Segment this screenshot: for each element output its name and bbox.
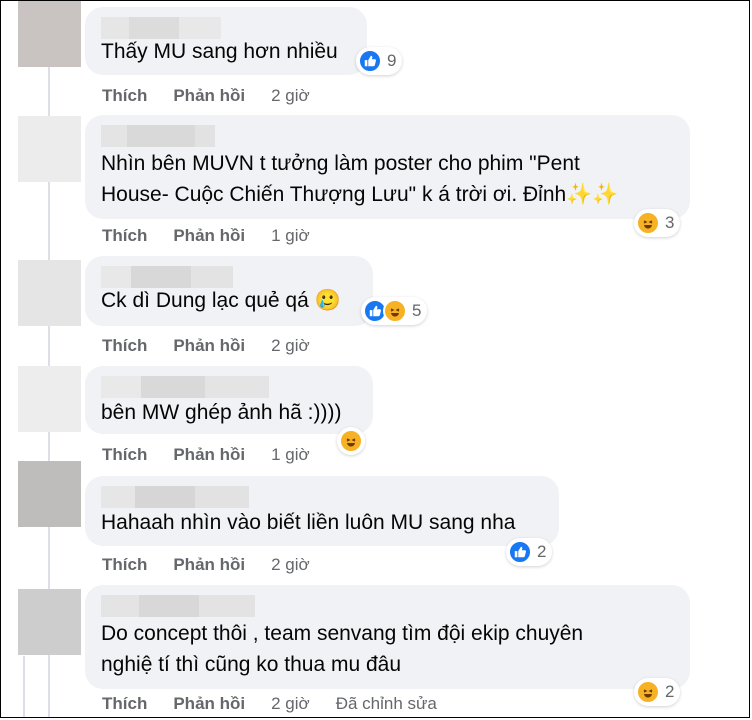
reaction-count: 3: [665, 213, 675, 232]
reaction-summary[interactable]: 2: [506, 538, 553, 566]
comment-actions: Thích Phản hồi 1 giờ: [102, 445, 336, 465]
avatar[interactable]: [18, 366, 81, 432]
comment-bubble: Thấy MU sang hơn nhiều: [85, 7, 367, 75]
reaction-summary[interactable]: 9: [356, 47, 403, 75]
reaction-summary[interactable]: 2: [634, 678, 681, 706]
like-button[interactable]: Thích: [102, 336, 147, 356]
reply-button[interactable]: Phản hồi: [173, 226, 245, 246]
avatar[interactable]: [18, 589, 81, 655]
commenter-name-blurred[interactable]: [101, 376, 357, 398]
comment-text: Do concept thôi , team senvang tìm đội e…: [101, 622, 584, 676]
comment-thread: Thấy MU sang hơn nhiều 9 Thích Phản hồi …: [0, 0, 750, 718]
avatar[interactable]: [18, 116, 81, 182]
comment-text: Nhìn bên MUVN t tưởng làm poster cho phi…: [101, 152, 619, 206]
commenter-name-blurred[interactable]: [101, 125, 674, 147]
like-icon: [508, 540, 532, 564]
like-button[interactable]: Thích: [102, 86, 147, 106]
reaction-count: 5: [412, 301, 422, 320]
like-button[interactable]: Thích: [102, 445, 147, 465]
comment-actions: Thích Phản hồi 2 giờ: [102, 555, 336, 575]
reaction-summary[interactable]: 3: [634, 209, 681, 237]
comment-actions: Thích Phản hồi 2 giờ: [102, 336, 336, 356]
comment-time[interactable]: 2 giờ: [271, 86, 310, 106]
reaction-count: 9: [387, 51, 397, 70]
comment-actions: Thích Phản hồi 2 giờ: [102, 86, 336, 106]
comment-bubble: Do concept thôi , team senvang tìm đội e…: [85, 585, 690, 689]
commenter-name-blurred[interactable]: [101, 595, 674, 617]
comment-actions: Thích Phản hồi 1 giờ: [102, 226, 336, 246]
comment-bubble: bên MW ghép ảnh hã :)))): [85, 366, 373, 434]
commenter-name-blurred[interactable]: [101, 486, 543, 508]
reaction-count: 2: [665, 682, 675, 701]
haha-icon: [636, 680, 660, 704]
comment-text: Ck dì Dung lạc quẻ qá 🥲: [101, 289, 341, 312]
thread-line: [23, 656, 25, 717]
comment-time[interactable]: 2 giờ: [271, 336, 310, 356]
comment-time[interactable]: 1 giờ: [271, 226, 310, 246]
comment-time[interactable]: 1 giờ: [271, 445, 310, 465]
like-button[interactable]: Thích: [102, 226, 147, 246]
comment-text: Hahaah nhìn vào biết liền luôn MU sang n…: [101, 511, 516, 534]
reply-button[interactable]: Phản hồi: [173, 336, 245, 356]
comment-time[interactable]: 2 giờ: [271, 694, 310, 714]
reply-button[interactable]: Phản hồi: [173, 694, 245, 714]
reaction-summary[interactable]: [337, 427, 365, 455]
reply-button[interactable]: Phản hồi: [173, 86, 245, 106]
avatar[interactable]: [18, 1, 81, 67]
comment-actions: Thích Phản hồi 2 giờ Đã chỉnh sửa: [102, 694, 437, 714]
comment-bubble: Hahaah nhìn vào biết liền luôn MU sang n…: [85, 476, 559, 546]
haha-icon: [383, 299, 407, 323]
like-icon: [358, 49, 382, 73]
reply-button[interactable]: Phản hồi: [173, 555, 245, 575]
like-button[interactable]: Thích: [102, 555, 147, 575]
comment-time[interactable]: 2 giờ: [271, 555, 310, 575]
like-button[interactable]: Thích: [102, 694, 147, 714]
haha-icon: [636, 211, 660, 235]
reaction-summary[interactable]: 5: [361, 297, 428, 325]
reaction-count: 2: [537, 542, 547, 561]
avatar[interactable]: [18, 461, 81, 527]
comment-bubble: Ck dì Dung lạc quẻ qá 🥲: [85, 256, 373, 326]
avatar[interactable]: [18, 260, 81, 326]
haha-icon: [339, 429, 363, 453]
edited-label[interactable]: Đã chỉnh sửa: [336, 694, 437, 714]
comment-bubble: Nhìn bên MUVN t tưởng làm poster cho phi…: [85, 115, 690, 219]
comment-text: Thấy MU sang hơn nhiều: [101, 40, 338, 63]
reply-button[interactable]: Phản hồi: [173, 445, 245, 465]
comment-text: bên MW ghép ảnh hã :)))): [101, 401, 342, 424]
